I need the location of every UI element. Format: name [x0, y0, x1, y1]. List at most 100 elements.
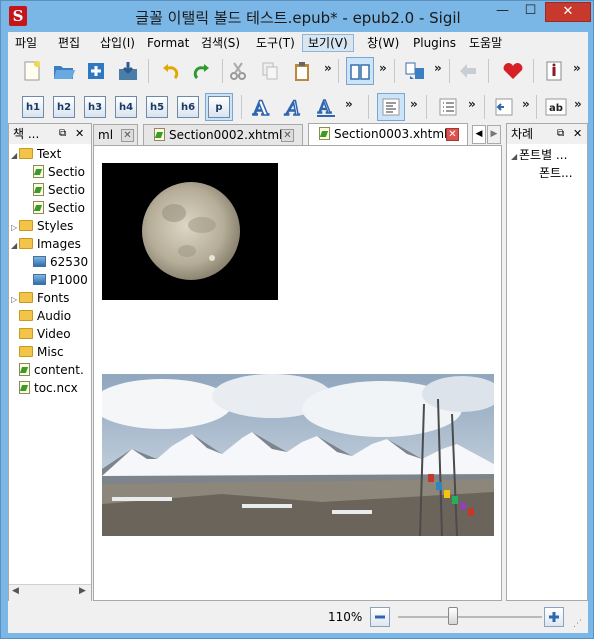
- more-chevron-icon[interactable]: »: [434, 61, 442, 75]
- add-file-button[interactable]: [82, 57, 110, 85]
- heading-h4-button[interactable]: h4: [112, 93, 140, 121]
- tab-scroll-left-icon[interactable]: ◀: [472, 125, 486, 144]
- case-button[interactable]: ab: [542, 93, 570, 121]
- tree-folder-text[interactable]: ◢ Text: [11, 145, 61, 163]
- more-chevron-icon[interactable]: »: [379, 61, 387, 75]
- more-chevron-icon[interactable]: »: [324, 61, 332, 75]
- book-view-editor[interactable]: [93, 145, 502, 601]
- bold-button[interactable]: A: [248, 93, 276, 121]
- float-panel-icon[interactable]: ⧉: [59, 124, 66, 144]
- zoom-in-button[interactable]: [544, 607, 564, 627]
- heading-h6-button[interactable]: h6: [174, 93, 202, 121]
- close-button[interactable]: ✕: [545, 2, 591, 22]
- book-browser-hscrollbar[interactable]: ◀ ▶: [9, 584, 91, 601]
- open-button[interactable]: [50, 57, 78, 85]
- close-tab-icon[interactable]: ✕: [121, 129, 134, 142]
- close-tab-icon[interactable]: ✕: [281, 129, 294, 142]
- underline-button[interactable]: A: [312, 93, 340, 121]
- align-left-icon: [382, 98, 400, 116]
- menu-window[interactable]: 창(W): [362, 34, 404, 52]
- tab-section0002[interactable]: Section0002.xhtml ✕: [143, 124, 303, 145]
- paragraph-button[interactable]: p: [205, 93, 233, 121]
- expanded-arrow-icon[interactable]: ◢: [11, 147, 19, 165]
- tree-file[interactable]: Sectio: [33, 199, 85, 217]
- split-merge-button[interactable]: [401, 57, 429, 85]
- heading-h2-button[interactable]: h2: [50, 93, 78, 121]
- donate-button[interactable]: [499, 57, 527, 85]
- svg-text:A: A: [317, 97, 332, 118]
- heading-h1-button[interactable]: h1: [19, 93, 47, 121]
- menu-search[interactable]: 검색(S): [196, 34, 245, 52]
- tree-folder-audio[interactable]: Audio: [19, 307, 71, 325]
- zoom-slider-thumb[interactable]: [447, 607, 458, 625]
- folder-icon: [19, 310, 33, 321]
- close-tab-icon[interactable]: ✕: [446, 128, 459, 141]
- zoom-out-button[interactable]: [370, 607, 390, 627]
- tree-folder-styles[interactable]: ▷ Styles: [11, 217, 73, 235]
- tree-file[interactable]: 62530: [33, 253, 88, 271]
- more-chevron-icon[interactable]: »: [345, 97, 353, 111]
- minimize-button[interactable]: —: [489, 2, 516, 22]
- save-button[interactable]: [114, 57, 142, 85]
- toc-item[interactable]: 폰트...: [539, 164, 573, 182]
- menu-edit[interactable]: 편집: [53, 34, 85, 52]
- toolbar-separator: [536, 95, 537, 119]
- tree-file[interactable]: Sectio: [33, 163, 85, 181]
- zoom-slider-track[interactable]: [398, 616, 542, 618]
- menu-tools[interactable]: 도구(T): [251, 34, 300, 52]
- scroll-left-icon[interactable]: ◀: [12, 586, 19, 596]
- heading-h3-button[interactable]: h3: [81, 93, 109, 121]
- toolbar-separator: [484, 95, 485, 119]
- close-panel-icon[interactable]: ✕: [75, 124, 84, 144]
- cut-button[interactable]: [224, 57, 252, 85]
- tab-scroll-right-icon[interactable]: ▶: [487, 125, 501, 144]
- close-panel-icon[interactable]: ✕: [573, 124, 582, 144]
- redo-button[interactable]: [188, 57, 216, 85]
- toc-item[interactable]: ◢ 폰트별 ...: [511, 146, 567, 164]
- back-button[interactable]: [454, 57, 482, 85]
- image-file-icon: [33, 274, 46, 285]
- title-bar: S 글꼴 이탤릭 볼드 테스트.epub* - epub2.0 - Sigil …: [1, 1, 594, 31]
- scroll-right-icon[interactable]: ▶: [79, 586, 86, 596]
- book-view-button[interactable]: [346, 57, 374, 85]
- align-left-button[interactable]: [377, 93, 405, 121]
- more-chevron-icon[interactable]: »: [468, 97, 476, 111]
- maximize-button[interactable]: ☐: [517, 2, 544, 22]
- copy-button[interactable]: [256, 57, 284, 85]
- menu-format[interactable]: Format: [142, 34, 194, 52]
- tree-folder-video[interactable]: Video: [19, 325, 71, 343]
- menu-insert[interactable]: 삽입(I): [95, 34, 140, 52]
- undo-button[interactable]: [156, 57, 184, 85]
- italic-button[interactable]: A: [280, 93, 308, 121]
- tree-file-ncx[interactable]: toc.ncx: [19, 379, 78, 397]
- collapsed-arrow-icon[interactable]: ▷: [11, 291, 19, 309]
- tab-section0003[interactable]: Section0003.xhtml ✕: [308, 123, 468, 145]
- tree-file[interactable]: Sectio: [33, 181, 85, 199]
- metadata-button[interactable]: [540, 57, 568, 85]
- indent-icon: [495, 98, 513, 116]
- more-chevron-icon[interactable]: »: [522, 97, 530, 111]
- heading-h5-button[interactable]: h5: [143, 93, 171, 121]
- tree-file-opf[interactable]: content.: [19, 361, 84, 379]
- expanded-arrow-icon[interactable]: ◢: [11, 237, 19, 255]
- new-file-button[interactable]: [18, 57, 46, 85]
- indent-button[interactable]: [490, 93, 518, 121]
- more-chevron-icon[interactable]: »: [410, 97, 418, 111]
- more-chevron-icon[interactable]: »: [573, 61, 581, 75]
- tree-file[interactable]: P1000: [33, 271, 88, 289]
- tree-folder-images[interactable]: ◢ Images: [11, 235, 81, 253]
- menu-help[interactable]: 도움말: [464, 34, 507, 52]
- tree-folder-fonts[interactable]: ▷ Fonts: [11, 289, 69, 307]
- float-panel-icon[interactable]: ⧉: [557, 124, 564, 144]
- menu-file[interactable]: 파일: [10, 34, 42, 52]
- paste-button[interactable]: [288, 57, 316, 85]
- resize-grip-icon[interactable]: ⋰: [573, 619, 582, 629]
- menu-plugins[interactable]: Plugins: [408, 34, 461, 52]
- tree-folder-misc[interactable]: Misc: [19, 343, 64, 361]
- menu-view[interactable]: 보기(V): [302, 34, 354, 52]
- list-button[interactable]: [434, 93, 462, 121]
- more-chevron-icon[interactable]: »: [574, 97, 582, 111]
- expanded-arrow-icon[interactable]: ◢: [511, 148, 519, 166]
- ncx-file-icon: [19, 381, 30, 394]
- tab-section0001[interactable]: ml ✕: [93, 124, 138, 145]
